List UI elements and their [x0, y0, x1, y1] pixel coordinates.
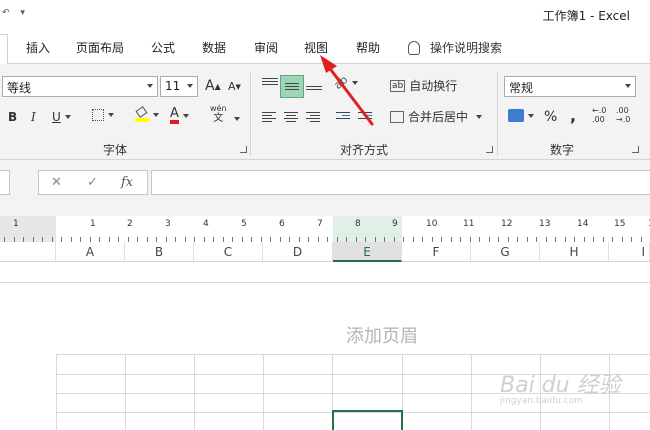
- annotation-arrow: [320, 55, 374, 126]
